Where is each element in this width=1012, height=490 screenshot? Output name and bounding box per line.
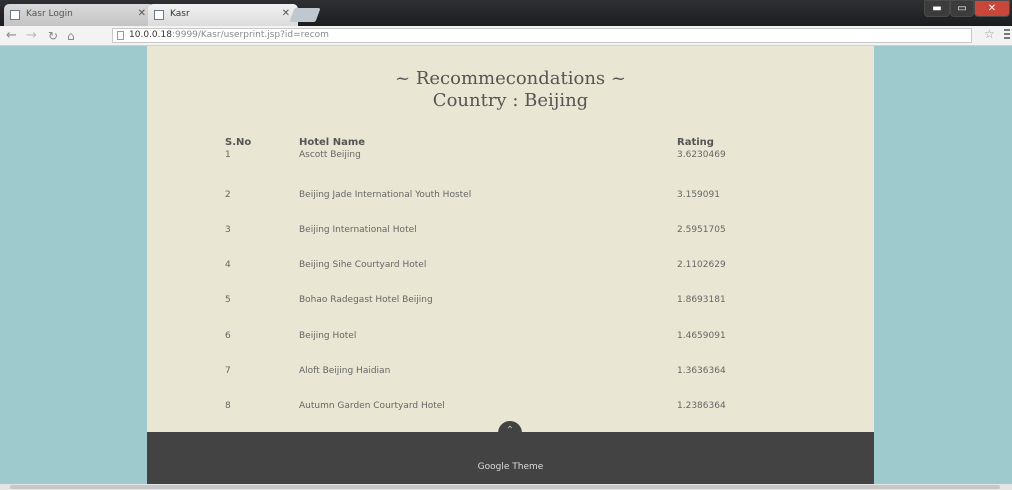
row-sno: 3: [225, 225, 231, 235]
row-rating: 1.8693181: [677, 295, 726, 305]
row-sno: 1: [225, 150, 231, 160]
back-arrow-icon[interactable]: ←: [6, 27, 17, 45]
tab-title: Kasr Login: [26, 9, 73, 19]
tab-title: Kasr: [170, 9, 190, 19]
page-favicon-icon: [154, 10, 164, 20]
footer-text: Google Theme: [477, 462, 544, 472]
row-rating: 1.4659091: [677, 331, 726, 341]
row-rating: 1.3636364: [677, 366, 726, 376]
row-hotel-name: Beijing Jade International Youth Hostel: [299, 190, 472, 200]
row-hotel-name: Beijing International Hotel: [299, 225, 417, 235]
horizontal-scrollbar[interactable]: [0, 484, 1012, 490]
reload-icon[interactable]: ↻: [48, 27, 58, 45]
maximize-button[interactable]: ▭: [950, 0, 974, 17]
row-hotel-name: Bohao Radegast Hotel Beijing: [299, 295, 433, 305]
table-row: 5 Bohao Radegast Hotel Beijing 1.8693181: [147, 295, 874, 309]
page-subtitle: Country : Beijing: [432, 90, 589, 111]
tab-strip: Kasr Login ✕ Kasr ✕ ▬ ▭ ✕: [0, 0, 1012, 26]
column-header-sno: S.No: [225, 137, 252, 148]
menu-icon[interactable]: [1004, 29, 1010, 41]
forward-arrow-icon[interactable]: →: [26, 27, 37, 45]
row-sno: 5: [225, 295, 231, 305]
tab-kasr-login[interactable]: Kasr Login ✕: [4, 4, 154, 26]
address-host: 10.0.0.18: [129, 30, 172, 40]
close-window-button[interactable]: ✕: [974, 0, 1010, 17]
row-rating: 3.6230469: [677, 150, 726, 160]
row-rating: 2.5951705: [677, 225, 726, 235]
browser-toolbar: ← → ↻ ⌂ 10.0.0.18:9999/Kasr/userprint.js…: [0, 26, 1012, 46]
page-icon: [117, 31, 124, 40]
column-header-hotel-name: Hotel Name: [299, 137, 366, 148]
row-hotel-name: Aloft Beijing Haidian: [299, 366, 391, 376]
new-tab-button[interactable]: [289, 8, 321, 22]
table-row: 6 Beijing Hotel 1.4659091: [147, 331, 874, 345]
table-row: 4 Beijing Sihe Courtyard Hotel 2.1102629: [147, 260, 874, 274]
row-sno: 6: [225, 331, 231, 341]
close-icon[interactable]: ✕: [138, 8, 146, 19]
column-header-rating: Rating: [677, 137, 714, 148]
row-hotel-name: Ascott Beijing: [299, 150, 361, 160]
table-row: 3 Beijing International Hotel 2.5951705: [147, 225, 874, 239]
row-hotel-name: Beijing Sihe Courtyard Hotel: [299, 260, 427, 270]
row-sno: 4: [225, 260, 231, 270]
table-row: 8 Autumn Garden Courtyard Hotel 1.238636…: [147, 401, 874, 415]
row-sno: 8: [225, 401, 231, 411]
close-icon[interactable]: ✕: [282, 8, 290, 19]
table-row: 2 Beijing Jade International Youth Hoste…: [147, 190, 874, 204]
page-favicon-icon: [10, 10, 20, 20]
tab-kasr[interactable]: Kasr ✕: [148, 4, 298, 26]
page-footer: ⌃ Google Theme: [147, 421, 874, 484]
row-hotel-name: Beijing Hotel: [299, 331, 357, 341]
row-sno: 7: [225, 366, 231, 376]
content-panel: ~ Recommecondations ~ Country : Beijing …: [147, 46, 874, 432]
scrollbar-thumb[interactable]: [10, 485, 1000, 489]
page-title: ~ Recommecondations ~: [395, 68, 626, 89]
row-rating: 1.2386364: [677, 401, 726, 411]
row-sno: 2: [225, 190, 231, 200]
home-icon[interactable]: ⌂: [67, 27, 75, 45]
minimize-button[interactable]: ▬: [924, 0, 950, 17]
address-path: :9999/Kasr/userprint.jsp?id=recom: [171, 30, 329, 40]
star-icon[interactable]: ☆: [984, 27, 995, 41]
table-row: 1 Ascott Beijing 3.6230469: [147, 150, 874, 164]
page-heading: ~ Recommecondations ~ Country : Beijing: [147, 68, 874, 112]
up-arrow-icon[interactable]: ⌃: [498, 421, 522, 445]
table-row: 7 Aloft Beijing Haidian 1.3636364: [147, 366, 874, 380]
address-bar[interactable]: 10.0.0.18:9999/Kasr/userprint.jsp?id=rec…: [112, 28, 972, 43]
row-rating: 2.1102629: [677, 260, 726, 270]
row-hotel-name: Autumn Garden Courtyard Hotel: [299, 401, 445, 411]
page-viewport: ~ Recommecondations ~ Country : Beijing …: [0, 46, 1012, 484]
row-rating: 3.159091: [677, 190, 720, 200]
